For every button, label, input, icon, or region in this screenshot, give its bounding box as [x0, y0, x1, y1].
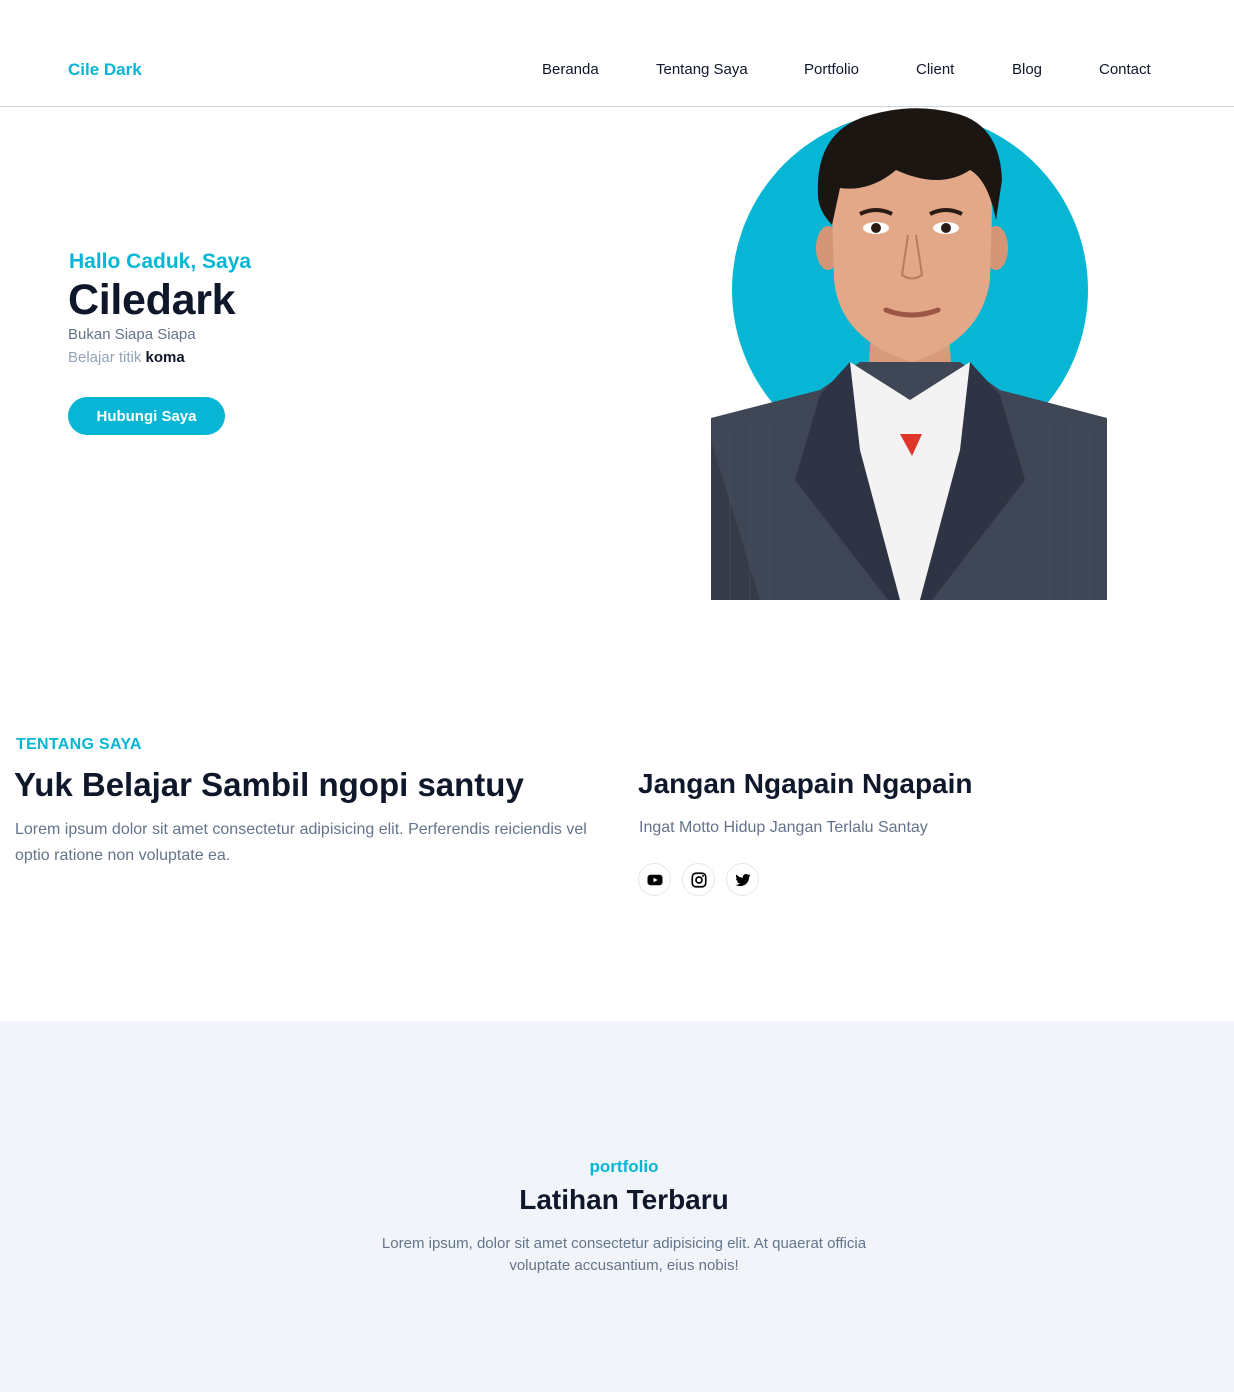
motto-title: Jangan Ngapain Ngapain — [638, 768, 973, 799]
portfolio-title: Latihan Terbaru — [519, 1184, 729, 1215]
profile-photo — [700, 100, 1120, 605]
instagram-icon — [690, 871, 707, 888]
about-label: TENTANG SAYA — [16, 736, 142, 753]
hero-tagline: Belajar titik koma — [68, 349, 185, 366]
about-text: Lorem ipsum dolor sit amet consectetur a… — [15, 821, 587, 864]
profile-illustration — [711, 108, 1107, 600]
contact-button[interactable]: Hubungi Saya — [68, 397, 225, 435]
portfolio-text: Lorem ipsum, dolor sit amet consectetur … — [381, 1235, 867, 1274]
nav-link-beranda[interactable]: Beranda — [542, 61, 599, 78]
hero-greeting: Hallo Caduk, Saya — [69, 250, 252, 273]
nav-link-portfolio[interactable]: Portfolio — [804, 61, 859, 78]
hero-tagline-bold: koma — [145, 349, 185, 366]
portfolio-label: portfolio — [589, 1157, 659, 1176]
nav-link-tentang-saya[interactable]: Tentang Saya — [656, 61, 748, 78]
twitter-link[interactable] — [726, 863, 759, 896]
instagram-link[interactable] — [682, 863, 715, 896]
hero-name: Ciledark — [68, 276, 236, 324]
twitter-icon — [735, 873, 751, 886]
main-nav: Beranda Tentang Saya Portfolio Client Bl… — [0, 61, 1234, 81]
youtube-link[interactable] — [638, 863, 671, 896]
portfolio-section: portfolio Latihan Terbaru Lorem ipsum, d… — [0, 1021, 1234, 1392]
site-header: Cile Dark Beranda Tentang Saya Portfolio… — [0, 0, 1234, 107]
motto-text: Ingat Motto Hidup Jangan Terlalu Santay — [639, 819, 928, 836]
about-title: Yuk Belajar Sambil ngopi santuy — [14, 766, 524, 803]
nav-link-contact[interactable]: Contact — [1099, 61, 1151, 78]
nav-link-blog[interactable]: Blog — [1012, 61, 1042, 78]
hero-subtitle: Bukan Siapa Siapa — [68, 326, 196, 343]
hero-tagline-prefix: Belajar titik — [68, 349, 142, 366]
nav-link-client[interactable]: Client — [916, 61, 954, 78]
youtube-icon — [647, 874, 662, 885]
